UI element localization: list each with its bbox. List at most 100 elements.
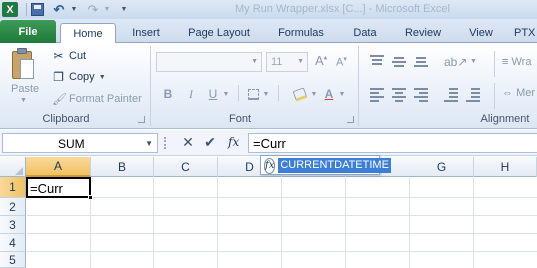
gridline [281, 178, 282, 268]
tab-home[interactable]: Home [60, 23, 116, 44]
paste-button[interactable]: Paste [11, 83, 39, 95]
tab-insert[interactable]: Insert [124, 23, 168, 43]
borders-icon[interactable] [246, 85, 260, 103]
save-icon[interactable] [31, 3, 44, 16]
column-header[interactable]: C [154, 157, 218, 177]
function-autocomplete-list: fx CURRENTDATETIME [260, 155, 391, 175]
row-header[interactable]: 5 [0, 252, 26, 268]
row-header[interactable]: 4 [0, 234, 26, 252]
wrap-text-label: Wra [511, 56, 532, 68]
bold-button[interactable]: B [160, 85, 176, 103]
row-header[interactable]: 3 [0, 216, 26, 234]
orientation-dropdown-icon[interactable]: ▼ [470, 58, 484, 70]
align-top-icon[interactable] [370, 55, 384, 67]
column-header[interactable]: B [91, 157, 154, 177]
window-title: My Run Wrapper.xlsx [C...] - Microsoft E… [235, 3, 450, 15]
undo-icon[interactable]: ↶ [52, 2, 66, 17]
font-color-dropdown-icon[interactable]: ▼ [338, 85, 346, 103]
clipboard-launcher-icon[interactable] [138, 116, 145, 123]
font-size-value: 11 [271, 56, 283, 68]
underline-dropdown-icon[interactable]: ▼ [222, 85, 230, 103]
gridline [27, 215, 537, 216]
resize-grip-icon[interactable] [164, 137, 168, 149]
group-divider [150, 46, 151, 126]
borders-dropdown-icon[interactable]: ▼ [262, 85, 270, 103]
chevron-down-icon[interactable]: ▼ [251, 58, 258, 65]
qat-divider [26, 3, 27, 16]
group-divider [358, 46, 359, 126]
formula-buttons: ✕ ✔ fx [162, 133, 247, 153]
tab-ptx[interactable]: PTX [514, 23, 537, 43]
wrap-text-button[interactable]: ≡ Wra [502, 56, 531, 68]
redo-dropdown-icon[interactable]: ▼ [103, 2, 111, 17]
autocomplete-item[interactable]: fx CURRENTDATETIME [262, 157, 391, 174]
copy-dropdown-icon[interactable]: ▼ [99, 74, 106, 81]
alignment-group-label: Alignment [480, 113, 530, 125]
paste-icon[interactable] [10, 47, 36, 81]
tab-page-layout[interactable]: Page Layout [180, 23, 258, 43]
grow-font-icon: A [315, 53, 324, 68]
column-header[interactable]: H [474, 157, 537, 177]
tab-view[interactable]: View [460, 23, 502, 43]
align-right-icon[interactable] [414, 88, 428, 102]
autocomplete-item-label: CURRENTDATETIME [278, 158, 391, 173]
paste-dropdown-icon[interactable]: ▼ [20, 97, 27, 104]
tab-review[interactable]: Review [398, 23, 448, 43]
cut-button[interactable]: ✂ Cut [52, 47, 86, 65]
insert-function-icon[interactable]: fx [228, 135, 239, 149]
gridline [345, 178, 346, 268]
column-header[interactable]: A [26, 157, 91, 177]
gridline [153, 178, 154, 268]
align-left-icon[interactable] [370, 88, 384, 102]
italic-button[interactable]: I [184, 85, 198, 103]
format-painter-button[interactable]: 🖌 Format Painter [52, 90, 142, 108]
tab-file[interactable]: File [0, 20, 56, 43]
gridline [217, 178, 218, 268]
copy-button[interactable]: ❐ Copy ▼ [52, 68, 106, 86]
column-header[interactable]: G [410, 157, 474, 177]
align-center-icon[interactable] [392, 88, 406, 102]
grow-font-button[interactable]: A▴ [315, 53, 327, 68]
align-divider [494, 83, 495, 109]
font-divider [278, 85, 279, 101]
underline-button[interactable]: U [206, 85, 220, 103]
undo-dropdown-icon[interactable]: ▼ [70, 2, 78, 17]
tab-formulas[interactable]: Formulas [270, 23, 332, 43]
fill-handle[interactable] [88, 195, 93, 200]
font-color-icon[interactable]: A [322, 85, 336, 103]
cut-label: Cut [69, 50, 87, 62]
paintbrush-icon: 🖌 [52, 92, 68, 106]
formula-bar-row: SUM ▼ ✕ ✔ fx =Curr [0, 130, 537, 156]
ribbon-tab-row: File Home Insert Page Layout Formulas Da… [0, 19, 537, 44]
font-size-combobox[interactable]: 11 ▼ [266, 52, 308, 72]
scissors-icon: ✂ [53, 49, 64, 63]
fill-color-dropdown-icon[interactable]: ▼ [310, 85, 318, 103]
align-bottom-icon[interactable] [414, 57, 428, 69]
font-launcher-icon[interactable] [347, 116, 354, 123]
font-divider [238, 85, 239, 101]
fill-color-icon[interactable] [292, 85, 308, 103]
merge-center-button[interactable]: ⇔ Mer [502, 87, 535, 99]
row-header[interactable]: 1 [0, 177, 26, 198]
tab-data[interactable]: Data [344, 23, 386, 43]
cancel-icon[interactable]: ✕ [180, 134, 196, 151]
chevron-down-icon[interactable]: ▼ [297, 58, 304, 65]
enter-icon[interactable]: ✔ [202, 134, 218, 151]
shrink-font-button[interactable]: A▾ [336, 55, 347, 69]
gridline [27, 251, 537, 252]
font-name-combobox[interactable]: ▼ [156, 52, 262, 72]
name-box[interactable]: SUM ▼ [2, 133, 158, 153]
format-painter-label: Format Painter [69, 93, 142, 105]
redo-icon[interactable]: ↷ [86, 2, 100, 17]
align-middle-icon[interactable] [392, 57, 406, 69]
customize-qat-icon[interactable]: ▼ [120, 2, 128, 17]
active-cell[interactable]: =Curr [26, 177, 93, 200]
row-header[interactable]: 2 [0, 198, 26, 216]
orientation-icon[interactable]: ab↗ [444, 55, 467, 69]
excel-logo-icon[interactable]: X [2, 2, 18, 17]
formula-input[interactable]: =Curr [248, 133, 537, 153]
decrease-indent-icon[interactable] [444, 88, 458, 102]
chevron-down-icon[interactable]: ▼ [145, 139, 153, 148]
increase-indent-icon[interactable] [466, 88, 480, 102]
select-all-button[interactable] [0, 157, 26, 177]
